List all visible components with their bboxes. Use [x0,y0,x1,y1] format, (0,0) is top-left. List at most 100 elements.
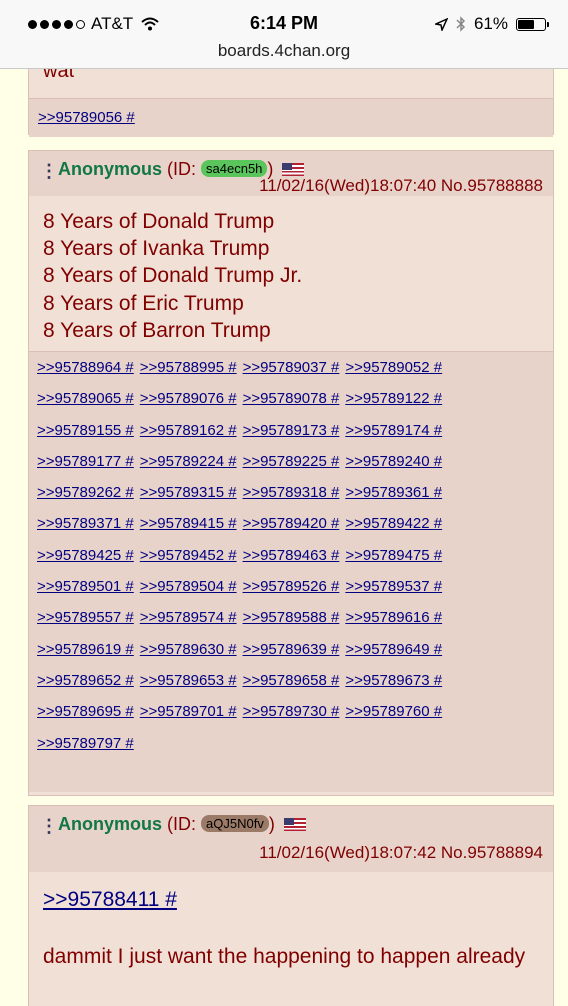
backlink[interactable]: >>95789649 # [345,641,442,658]
poster-name: Anonymous (ID: aQJ5N0fv) [58,814,306,835]
reply-post: ⋮ Anonymous (ID: sa4ecn5h) 11/02/16(Wed)… [28,150,554,796]
backlink[interactable]: >>95789557 # [37,609,134,626]
backlink[interactable]: >>95789616 # [345,609,442,626]
poster-id-prefix: (ID: [167,159,202,179]
backlink[interactable]: >>95789420 # [243,515,340,532]
message-line: 8 Years of Eric Trump [43,291,244,315]
backlink[interactable]: >>95789695 # [37,703,134,720]
url-text: boards.4chan.org [217,41,351,60]
backlink-row: >>95789797 # [37,735,553,766]
backlink-row: >>95789371 # >>95789415 # >>95789420 # >>95… [37,515,553,546]
backlink[interactable]: >>95789504 # [140,578,237,595]
poster-id-badge[interactable]: sa4ecn5h [201,160,268,177]
post-message: 8 Years of Donald Trump 8 Years of Ivank… [29,196,553,352]
location-arrow-icon [434,17,448,31]
backlink[interactable]: >>95789224 # [140,453,237,470]
backlink[interactable]: >>95789760 # [345,703,442,720]
backlink[interactable]: >>95789174 # [345,422,442,439]
backlink[interactable]: >>95789122 # [345,390,442,407]
backlink-row: >>95789065 # >>95789076 # >>95789078 # >>95… [37,390,553,421]
reply-post: wat >>95789056 # [28,69,554,137]
poster-name-text: Anonymous [58,814,163,834]
battery-percent: 61% [473,14,508,33]
poster-id: (ID: sa4ecn5h) [167,159,273,179]
backlink[interactable]: >>95789155 # [37,422,134,439]
message-line: 8 Years of Donald Trump [43,210,275,233]
backlink[interactable]: >>95789056 # [38,109,135,126]
backlink[interactable]: >>95789653 # [140,672,237,689]
backlink-row: >>95789695 # >>95789701 # >>95789730 # >>95… [37,703,553,734]
backlink[interactable]: >>95789526 # [243,578,340,595]
backlink-row: >>95789425 # >>95789452 # >>95789463 # >>95… [37,547,553,578]
backlink[interactable]: >>95788995 # [140,359,237,376]
backlink[interactable]: >>95789537 # [345,578,442,595]
battery-icon [516,17,549,31]
backlink-row: >>95789155 # >>95789162 # >>95789173 # >>95… [37,422,553,453]
backlink[interactable]: >>95789639 # [243,641,340,658]
poster-name-text: Anonymous [58,159,163,179]
backlink[interactable]: >>95789052 # [345,359,442,376]
backlink[interactable]: >>95789415 # [140,515,237,532]
backlink[interactable]: >>95789452 # [140,547,237,564]
backlink[interactable]: >>95789173 # [243,422,340,439]
backlink-row: >>95789652 # >>95789653 # >>95789658 # >>95… [37,672,553,703]
post-menu-icon[interactable]: ⋮ [40,816,58,837]
backlink[interactable]: >>95789588 # [243,609,340,626]
backlink[interactable]: >>95789315 # [140,484,237,501]
backlink[interactable]: >>95789177 # [37,453,134,470]
backlink[interactable]: >>95789701 # [140,703,237,720]
backlink[interactable]: >>95789422 # [345,515,442,532]
backlink[interactable]: >>95789673 # [345,672,442,689]
post-datetime[interactable]: 11/02/16(Wed)18:07:42 No.95788894 [259,843,543,863]
backlink-row: >>95789501 # >>95789504 # >>95789526 # >>95… [37,578,553,609]
backlink[interactable]: >>95789225 # [243,453,340,470]
backlink[interactable]: >>95789797 # [37,735,134,752]
backlink-row: >>95789619 # >>95789630 # >>95789639 # >>95… [37,641,553,672]
status-right: 61% [434,14,549,34]
backlink-row: >>95789557 # >>95789574 # >>95789588 # >>95… [37,609,553,640]
post-header: ⋮ Anonymous (ID: sa4ecn5h) 11/02/16(Wed)… [29,151,553,196]
us-flag-icon [283,818,306,831]
backlink[interactable]: >>95789065 # [37,390,134,407]
url-bar[interactable]: boards.4chan.org [0,38,568,69]
message-line: 8 Years of Ivanka Trump [43,237,270,261]
message-line: dammit I just want the happening to happ… [43,945,526,968]
backlink[interactable]: >>95789619 # [37,641,134,658]
backlink[interactable]: >>95789318 # [243,484,340,501]
backlink[interactable]: >>95789262 # [37,484,134,501]
backlinks: >>95788964 # >>95788995 # >>95789037 # >>95… [29,352,553,792]
thread-page: wat >>95789056 # ⋮ Anonymous (ID: sa4ecn… [0,69,568,1006]
post-datetime[interactable]: 11/02/16(Wed)18:07:40 No.95788888 [259,176,543,196]
backlink[interactable]: >>95789475 # [345,547,442,564]
bluetooth-icon [456,16,466,32]
backlink[interactable]: >>95788964 # [37,359,134,376]
backlink[interactable]: >>95789658 # [243,672,340,689]
poster-id-suffix: ) [268,814,275,834]
backlink[interactable]: >>95789037 # [243,359,340,376]
backlink[interactable]: >>95789076 # [140,390,237,407]
quote-link[interactable]: >>95788411 # [43,888,177,911]
backlink[interactable]: >>95789162 # [140,422,237,439]
backlink-row: >>95788964 # >>95788995 # >>95789037 # >>95… [37,359,553,390]
post-header: ⋮ Anonymous (ID: aQJ5N0fv) 11/02/16(Wed)… [29,806,553,872]
backlink[interactable]: >>95789078 # [243,390,340,407]
backlink[interactable]: >>95789574 # [140,609,237,626]
backlink-row: >>95789262 # >>95789315 # >>95789318 # >>95… [37,484,553,515]
us-flag-icon [282,163,305,176]
backlink[interactable]: >>95789730 # [243,703,340,720]
poster-id-badge[interactable]: aQJ5N0fv [201,815,269,832]
poster-id: (ID: aQJ5N0fv) [167,814,275,834]
backlink[interactable]: >>95789463 # [243,547,340,564]
post-message: >>95788411 # dammit I just want the happ… [29,872,553,969]
backlink-row: >>95789177 # >>95789224 # >>95789225 # >>95… [37,453,553,484]
backlink[interactable]: >>95789501 # [37,578,134,595]
backlink[interactable]: >>95789652 # [37,672,134,689]
message-line: 8 Years of Donald Trump Jr. [43,264,303,288]
backlink[interactable]: >>95789425 # [37,547,134,564]
backlink[interactable]: >>95789371 # [37,515,134,532]
backlinks: >>95789056 # [29,98,553,137]
backlink[interactable]: >>95789361 # [345,484,442,501]
backlink[interactable]: >>95789240 # [345,453,442,470]
backlink[interactable]: >>95789630 # [140,641,237,658]
post-menu-icon[interactable]: ⋮ [40,161,58,182]
